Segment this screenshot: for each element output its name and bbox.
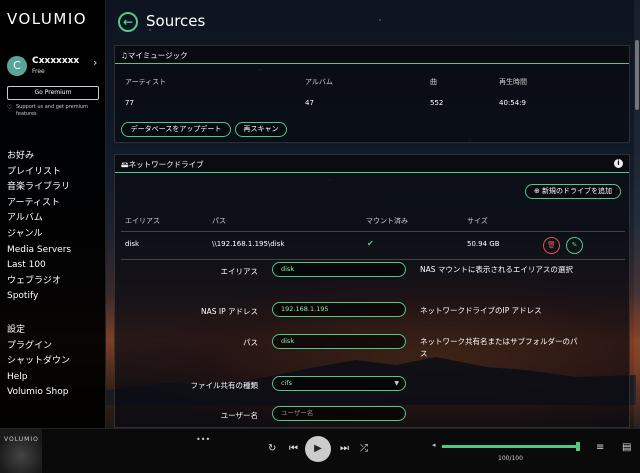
sidebar-item-shop[interactable]: Volumio Shop (7, 385, 70, 401)
previous-icon[interactable]: ⏮ (289, 443, 298, 454)
library-icon[interactable]: ▤ (622, 442, 631, 453)
music-note-icon: ♫ (121, 51, 128, 60)
column-header-songs: 曲 (430, 78, 437, 86)
path-help: ネットワーク共有名またはサブフォルダーのパス (420, 337, 578, 358)
alias-label: エイリアス (220, 267, 259, 276)
album-art-logo: VOLUMIO (4, 436, 39, 443)
sidebar-item-music-library[interactable]: 音楽ライブラリ (7, 180, 71, 196)
network-drives-header: 🖴ネットワークドライブ i (115, 155, 629, 173)
ip-label: NAS IP アドレス (200, 307, 258, 316)
chevron-right-icon[interactable]: › (93, 56, 97, 69)
edit-pencil-icon[interactable]: ✎ (566, 237, 583, 254)
next-icon[interactable]: ⏭ (340, 443, 349, 454)
my-music-title: マイミュージック (127, 51, 188, 60)
user-plan: Free (32, 68, 45, 75)
rescan-button[interactable]: 再スキャン (235, 122, 287, 137)
sidebar-item-favorites[interactable]: お好み (7, 149, 71, 165)
user-account[interactable]: C Cxxxxxxx Free › (7, 56, 103, 78)
ip-help: ネットワークドライブのIP アドレス (420, 306, 542, 315)
column-header-alias: エイリアス (125, 217, 160, 225)
sidebar-nav-secondary: 設定 プラグイン シャットダウン Help Volumio Shop (7, 323, 70, 401)
my-music-panel: ♫マイミュージック アーティスト アルバム 曲 再生時間 77 47 552 4… (114, 45, 630, 143)
column-header-artists: アーティスト (125, 78, 167, 86)
volume-value: 100/100 (498, 455, 523, 462)
playtime-value: 40:54:9 (499, 99, 526, 107)
delete-icon[interactable]: 🗑 (543, 237, 560, 254)
album-art[interactable]: VOLUMIO (0, 429, 42, 473)
mounted-check-icon: ✔ (367, 239, 374, 248)
queue-icon[interactable]: ≡ (596, 442, 604, 453)
play-icon[interactable]: ▶ (305, 436, 331, 462)
sidebar-nav-main: お好み プレイリスト 音楽ライブラリ アーティスト アルバム ジャンル Medi… (7, 149, 71, 305)
scrollbar-thumb[interactable] (635, 40, 639, 110)
column-header-playtime: 再生時間 (499, 78, 527, 86)
go-premium-button[interactable]: Go Premium (7, 86, 99, 100)
volumio-logo[interactable]: VOLUMIO (7, 10, 87, 28)
drive-alias: disk (125, 240, 140, 248)
path-input[interactable]: disk (272, 334, 406, 349)
sidebar-item-spotify[interactable]: Spotify (7, 289, 71, 305)
back-arrow-icon[interactable]: ← (118, 12, 138, 32)
user-name: Cxxxxxxx (32, 56, 80, 66)
more-options-icon[interactable]: ••• (196, 435, 210, 444)
sidebar-item-plugins[interactable]: プラグイン (7, 339, 70, 355)
sidebar-item-genres[interactable]: ジャンル (7, 227, 71, 243)
songs-count: 552 (430, 99, 444, 107)
divider (121, 231, 625, 232)
username-input[interactable]: ユーザー名 (272, 406, 406, 421)
heart-icon: ♡ (7, 104, 13, 111)
chevron-down-icon: ▼ (394, 380, 399, 387)
column-header-mounted: マウント済み (366, 217, 408, 225)
ip-input[interactable]: 192.168.1.195 (272, 302, 406, 317)
drive-icon: 🖴 (121, 160, 129, 169)
volume-fill (442, 445, 580, 448)
artists-count: 77 (125, 99, 134, 107)
sidebar-item-web-radio[interactable]: ウェブラジオ (7, 274, 71, 290)
update-database-button[interactable]: データベースをアップデート (121, 122, 231, 137)
sidebar-item-media-servers[interactable]: Media Servers (7, 243, 71, 259)
plus-icon: ⊕ (533, 187, 540, 195)
repeat-icon[interactable]: ↻ (268, 443, 276, 454)
sidebar-item-last-100[interactable]: Last 100 (7, 258, 71, 274)
username-label: ユーザー名 (220, 411, 258, 420)
share-type-select[interactable]: cifs ▼ (272, 376, 406, 391)
path-label: パス (243, 338, 258, 347)
column-header-path: パス (212, 217, 226, 225)
sidebar-item-playlists[interactable]: プレイリスト (7, 165, 71, 181)
alias-help: NAS マウントに表示されるエイリアスの選択 (420, 265, 573, 274)
drive-size: 50.94 GB (467, 240, 500, 248)
sidebar-item-albums[interactable]: アルバム (7, 211, 71, 227)
volume-down-icon[interactable]: ◂ (432, 441, 436, 449)
my-music-header: ♫マイミュージック (115, 46, 629, 64)
albums-count: 47 (305, 99, 314, 107)
network-drives-title: ネットワークドライブ (128, 160, 204, 169)
sidebar-item-shutdown[interactable]: シャットダウン (7, 354, 70, 370)
sidebar-item-help[interactable]: Help (7, 370, 70, 386)
alias-input[interactable]: disk (272, 262, 406, 277)
volume-handle[interactable] (576, 442, 580, 451)
volume-slider[interactable] (442, 445, 580, 448)
shuffle-icon[interactable]: ⤮ (360, 443, 368, 454)
avatar: C (7, 56, 27, 76)
sidebar-item-artists[interactable]: アーティスト (7, 196, 71, 212)
column-header-size: サイズ (467, 217, 488, 225)
add-drive-button[interactable]: ⊕ 新規のドライブを追加 (525, 184, 621, 199)
info-icon[interactable]: i (614, 159, 623, 168)
share-type-label: ファイル共有の種類 (190, 381, 259, 390)
sidebar: VOLUMIO C Cxxxxxxx Free › Go Premium ♡ S… (0, 0, 106, 428)
drive-path: \\192.168.1.195\disk (212, 240, 285, 248)
sidebar-item-settings[interactable]: 設定 (7, 323, 70, 339)
add-drive-label: 新規のドライブを追加 (542, 187, 613, 195)
page-title: Sources (146, 12, 206, 30)
player-bar: VOLUMIO ••• ↻ ⏮ ▶ ⏭ ⤮ ◂ 100/100 ≡ ▤ (0, 428, 640, 473)
column-header-albums: アルバム (305, 78, 333, 86)
divider (121, 259, 625, 260)
share-type-value: cifs (281, 379, 293, 387)
